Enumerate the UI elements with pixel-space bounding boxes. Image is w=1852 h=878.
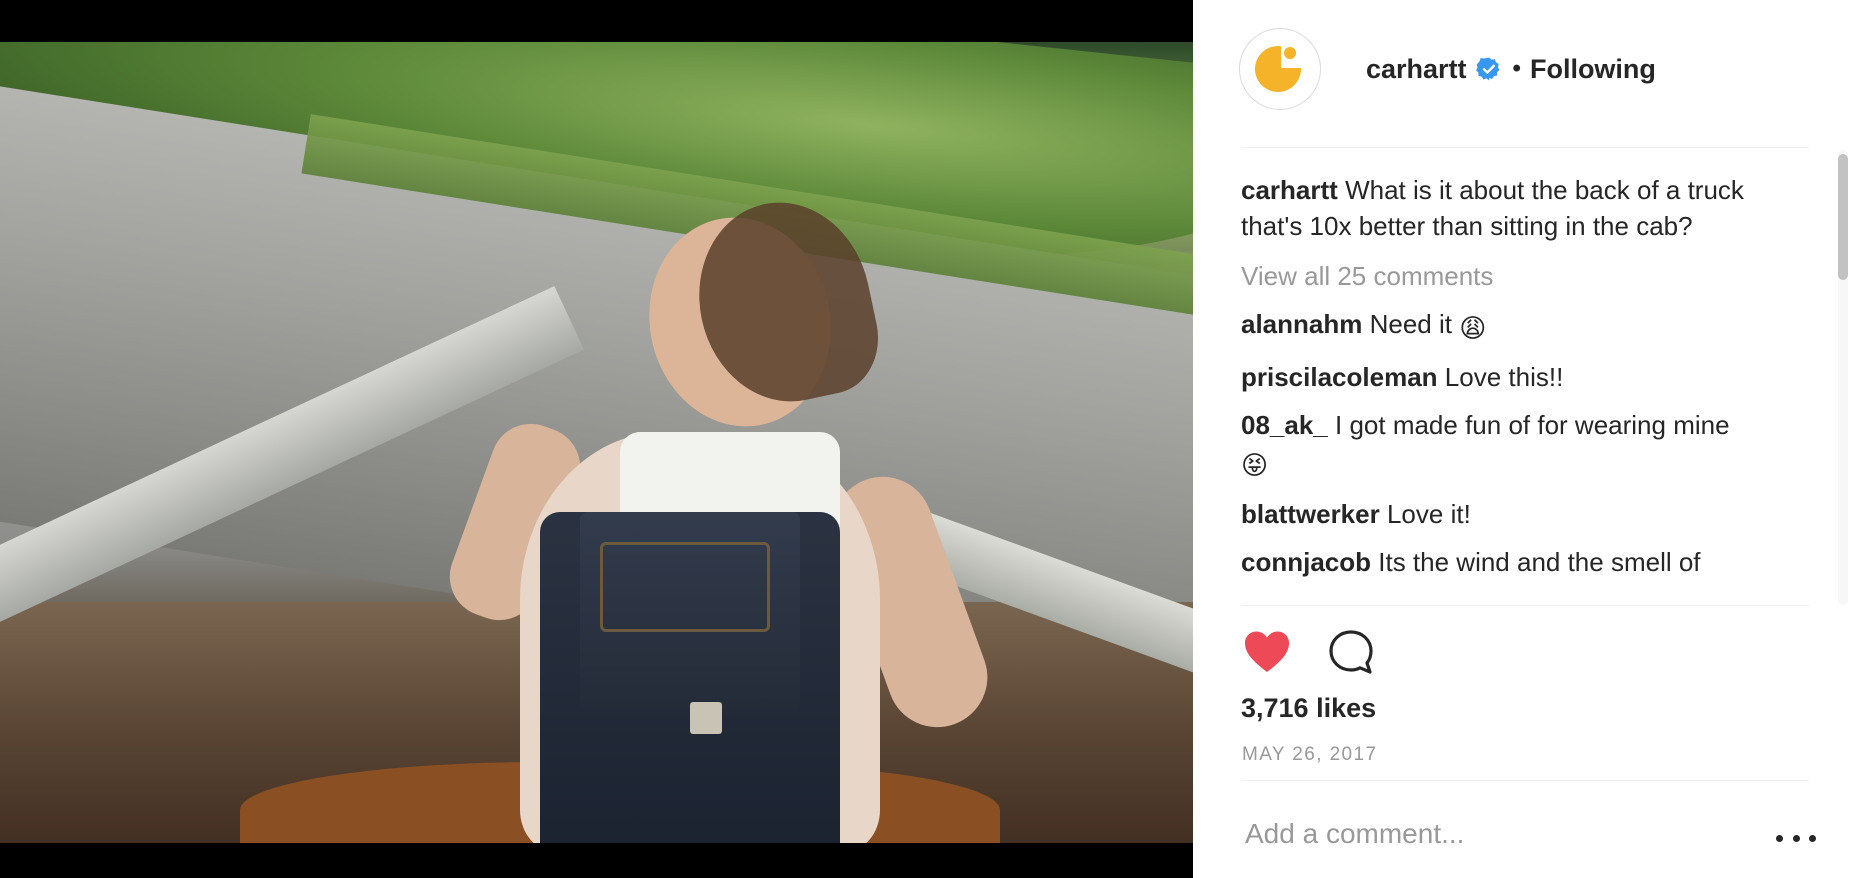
comment-text: Love it! [1386,499,1471,529]
comment-item: connjacob Its the wind and the smell of [1241,544,1811,580]
comment-item: priscilacoleman Love this!! [1241,359,1811,395]
avatar[interactable] [1239,28,1321,110]
squinting-tongue-emoji: 😝 [1241,451,1269,481]
comment-text: I got made fun of for wearing mine [1335,410,1730,440]
verified-badge-icon [1475,57,1499,81]
comment-bubble-icon [1329,630,1373,674]
comments-section[interactable]: carhartt What is it about the back of a … [1241,172,1811,605]
photo-overalls-pocket [600,542,770,632]
comment-item: alannahm Need it 😩 [1241,306,1811,347]
scrollbar-thumb[interactable] [1838,154,1848,280]
comment-text: Love this!! [1444,362,1564,392]
photo-brand-patch [690,702,722,734]
caption-username[interactable]: carhartt [1241,175,1338,205]
username-link[interactable]: carhartt [1366,54,1467,85]
heart-icon [1245,631,1289,672]
post-date[interactable]: MAY 26, 2017 [1242,744,1377,766]
post-caption: carhartt What is it about the back of a … [1241,172,1811,244]
weary-face-emoji: 😩 [1459,314,1487,344]
following-button[interactable]: Following [1530,54,1656,85]
carhartt-logo-icon [1255,44,1307,94]
post-photo-panel [0,0,1193,878]
header-text: carhartt • Following [1366,54,1656,85]
comment-username[interactable]: blattwerker [1241,499,1380,529]
more-options-icon[interactable] [1776,826,1816,850]
comments-scrollbar[interactable] [1838,150,1848,605]
divider [1241,147,1809,148]
post-photo[interactable] [0,42,1193,843]
divider [1241,605,1809,606]
post-actions [1241,626,1377,678]
comment-username[interactable]: 08_ak_ [1241,410,1328,440]
comment-username[interactable]: connjacob [1241,547,1371,577]
likes-count[interactable]: 3,716 likes [1241,693,1376,724]
comment-button[interactable] [1325,626,1377,678]
comment-text: Its the wind and the smell of [1378,547,1701,577]
comment-text: Need it [1369,309,1452,339]
post-header: carhartt • Following [1239,28,1656,110]
divider [1241,780,1809,781]
comment-item: 08_ak_ I got made fun of for wearing min… [1241,407,1811,484]
comment-username[interactable]: priscilacoleman [1241,362,1438,392]
add-comment-input[interactable]: Add a comment... [1245,818,1464,850]
post-side-panel: carhartt • Following carhartt What is it… [1193,0,1852,878]
view-all-comments-link[interactable]: View all 25 comments [1241,258,1811,294]
comment-username[interactable]: alannahm [1241,309,1362,339]
like-button[interactable] [1241,626,1293,678]
header-separator: • [1512,55,1521,82]
comment-item: blattwerker Love it! [1241,496,1811,532]
